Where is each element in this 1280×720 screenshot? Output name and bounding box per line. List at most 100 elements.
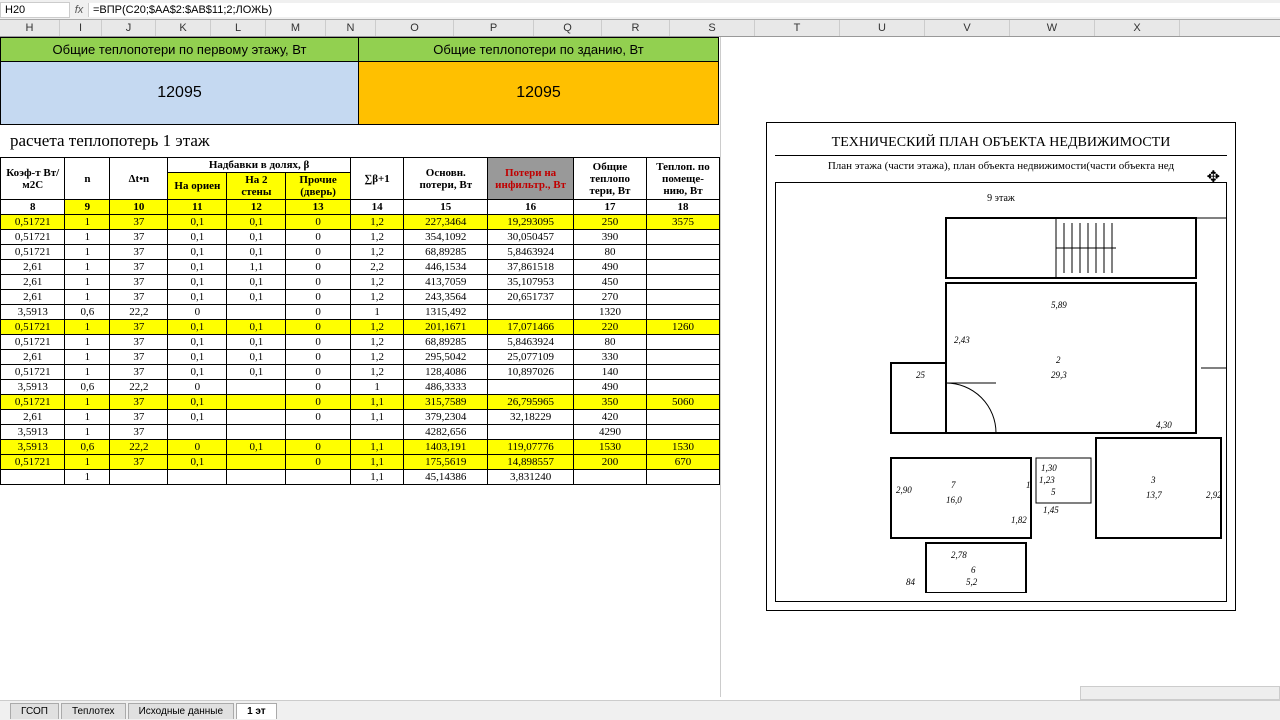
cell[interactable]: 2,61 xyxy=(1,275,65,290)
cell[interactable]: 227,3464 xyxy=(404,215,488,230)
sheet-tab[interactable]: ГСОП xyxy=(10,703,59,719)
cell[interactable]: 26,795965 xyxy=(488,395,574,410)
cell[interactable]: 37 xyxy=(110,245,168,260)
cell[interactable]: 37 xyxy=(110,410,168,425)
cell[interactable]: 295,5042 xyxy=(404,350,488,365)
col-header-I[interactable]: I xyxy=(60,20,102,36)
cell[interactable] xyxy=(488,305,574,320)
cell[interactable]: 1,2 xyxy=(350,215,404,230)
cell[interactable]: 14,898557 xyxy=(488,455,574,470)
cell[interactable]: 2,61 xyxy=(1,260,65,275)
cell[interactable]: 37 xyxy=(110,290,168,305)
cell[interactable]: 20,651737 xyxy=(488,290,574,305)
cell[interactable]: 670 xyxy=(646,455,719,470)
cell[interactable]: 250 xyxy=(573,215,646,230)
cell[interactable]: 354,1092 xyxy=(404,230,488,245)
cell[interactable] xyxy=(646,230,719,245)
cell[interactable]: 0,1 xyxy=(168,275,227,290)
cell[interactable]: 3,5913 xyxy=(1,305,65,320)
cell[interactable]: 1,2 xyxy=(350,320,404,335)
cell[interactable]: 1 xyxy=(350,305,404,320)
table-row[interactable]: 3,59130,622,200,101,11403,191119,0777615… xyxy=(1,440,720,455)
col-header-K[interactable]: K xyxy=(156,20,211,36)
cell[interactable]: 30,050457 xyxy=(488,230,574,245)
cell[interactable]: 446,1534 xyxy=(404,260,488,275)
cell[interactable]: 0 xyxy=(168,305,227,320)
cell[interactable]: 22,2 xyxy=(110,305,168,320)
cell[interactable]: 1 xyxy=(65,275,110,290)
cell[interactable]: 350 xyxy=(573,395,646,410)
cell[interactable]: 175,5619 xyxy=(404,455,488,470)
cell[interactable] xyxy=(646,260,719,275)
cell[interactable]: 3575 xyxy=(646,215,719,230)
cell[interactable] xyxy=(227,305,286,320)
cell[interactable]: 243,3564 xyxy=(404,290,488,305)
table-row[interactable]: 3,59131374282,6564290 xyxy=(1,425,720,440)
cell[interactable]: 0,1 xyxy=(168,395,227,410)
table-row[interactable]: 11,145,143863,831240 xyxy=(1,470,720,485)
table-row[interactable]: 3,59130,622,2001486,3333490 xyxy=(1,380,720,395)
cell[interactable]: 0 xyxy=(286,335,350,350)
cell[interactable]: 200 xyxy=(573,455,646,470)
cell[interactable]: 3,831240 xyxy=(488,470,574,485)
cell[interactable]: 0 xyxy=(168,440,227,455)
cell[interactable]: 37 xyxy=(110,455,168,470)
cell[interactable]: 0,1 xyxy=(227,245,286,260)
table-row[interactable]: 0,517211370,10,101,268,892855,846392480 xyxy=(1,245,720,260)
cell[interactable] xyxy=(646,335,719,350)
col-header-S[interactable]: S xyxy=(670,20,755,36)
cell[interactable]: 1320 xyxy=(573,305,646,320)
cell[interactable]: 37 xyxy=(110,365,168,380)
cell[interactable]: 2,2 xyxy=(350,260,404,275)
cell[interactable]: 1,2 xyxy=(350,230,404,245)
cell[interactable] xyxy=(646,245,719,260)
cell[interactable]: 2,61 xyxy=(1,350,65,365)
cell[interactable] xyxy=(227,455,286,470)
cell[interactable] xyxy=(227,395,286,410)
cell[interactable]: 0,1 xyxy=(227,335,286,350)
cell[interactable]: 37 xyxy=(110,350,168,365)
cell[interactable]: 0 xyxy=(286,440,350,455)
data-table[interactable]: Коэф-т Вт/м2С n Δt•n Надбавки в долях, β… xyxy=(0,157,720,485)
sheet-tab[interactable]: Теплотех xyxy=(61,703,126,719)
cell[interactable]: 1 xyxy=(65,230,110,245)
col-header-N[interactable]: N xyxy=(326,20,376,36)
cell[interactable]: 0,1 xyxy=(168,365,227,380)
cell[interactable] xyxy=(168,425,227,440)
cell[interactable]: 37 xyxy=(110,230,168,245)
fx-icon[interactable]: fx xyxy=(70,4,88,16)
cell[interactable]: 3,5913 xyxy=(1,380,65,395)
sheet-tab[interactable]: Исходные данные xyxy=(128,703,235,719)
cell[interactable]: 486,3333 xyxy=(404,380,488,395)
cell[interactable]: 0,1 xyxy=(227,440,286,455)
cell[interactable]: 37 xyxy=(110,425,168,440)
cell[interactable]: 37,861518 xyxy=(488,260,574,275)
cell[interactable]: 1,1 xyxy=(350,410,404,425)
cell[interactable] xyxy=(646,290,719,305)
cell[interactable]: 37 xyxy=(110,260,168,275)
cell[interactable]: 80 xyxy=(573,335,646,350)
cell[interactable] xyxy=(227,380,286,395)
cell[interactable]: 390 xyxy=(573,230,646,245)
cell[interactable]: 10,897026 xyxy=(488,365,574,380)
cell[interactable]: 0 xyxy=(286,230,350,245)
cell[interactable]: 0,1 xyxy=(168,215,227,230)
cell[interactable]: 1,2 xyxy=(350,275,404,290)
cell[interactable]: 22,2 xyxy=(110,380,168,395)
cell[interactable]: 0,51721 xyxy=(1,320,65,335)
table-row[interactable]: 2,611370,101,1379,230432,18229420 xyxy=(1,410,720,425)
cell[interactable] xyxy=(286,470,350,485)
cell[interactable] xyxy=(227,470,286,485)
cell[interactable]: 80 xyxy=(573,245,646,260)
cell[interactable]: 0 xyxy=(286,245,350,260)
cell[interactable] xyxy=(646,380,719,395)
cell[interactable]: 0 xyxy=(286,290,350,305)
cell[interactable]: 0 xyxy=(286,260,350,275)
cell[interactable] xyxy=(350,425,404,440)
table-row[interactable]: 0,517211370,101,1315,758926,795965350506… xyxy=(1,395,720,410)
cell[interactable]: 0,6 xyxy=(65,305,110,320)
col-header-P[interactable]: P xyxy=(454,20,534,36)
col-header-M[interactable]: M xyxy=(266,20,326,36)
cell[interactable]: 0 xyxy=(286,455,350,470)
cell[interactable]: 1 xyxy=(65,320,110,335)
